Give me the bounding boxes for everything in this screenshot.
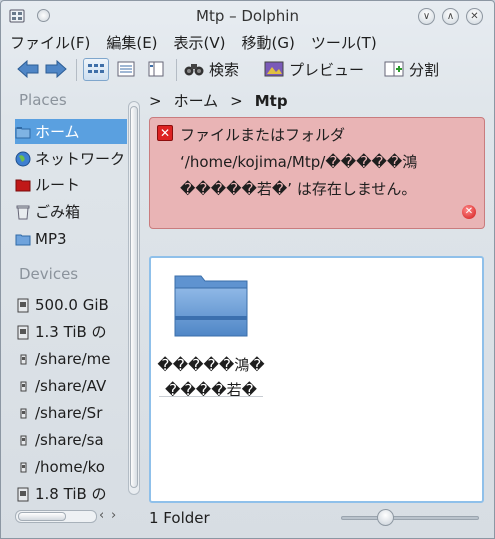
- device-label: /share/me: [35, 349, 111, 368]
- device-label: 1.8 TiB の: [35, 485, 107, 503]
- device-label: 1.3 TiB の: [35, 323, 107, 341]
- place-label: ネットワーク: [35, 150, 126, 168]
- device-item[interactable]: /share/me: [15, 346, 127, 371]
- forward-button[interactable]: [45, 57, 67, 81]
- folder-icon[interactable]: [171, 272, 251, 340]
- icons-view-icon: [88, 64, 104, 73]
- network-share-icon: [20, 462, 27, 472]
- breadcrumb-home[interactable]: ホーム: [174, 90, 219, 111]
- binoculars-icon: [184, 64, 204, 76]
- search-button[interactable]: 検索: [184, 57, 239, 81]
- menu-tools[interactable]: ツール(T): [311, 32, 377, 54]
- place-label: ごみ箱: [35, 203, 81, 221]
- error-line: �����若�’ は存在しません。: [180, 180, 417, 198]
- network-share-icon: [20, 354, 27, 364]
- title-bar[interactable]: Mtp – Dolphin ∨ ∧ ✕: [1, 1, 494, 31]
- search-label: 検索: [209, 60, 240, 79]
- device-item[interactable]: /share/Sr: [15, 400, 127, 425]
- split-label: 分割: [409, 60, 440, 79]
- close-button[interactable]: ✕: [466, 8, 483, 25]
- device-item[interactable]: /share/AV: [15, 373, 127, 398]
- home-folder-icon: [15, 126, 31, 138]
- menu-bar: ファイル(F) 編集(E) 表示(V) 移動(G) ツール(T): [10, 32, 393, 54]
- icons-view-button[interactable]: [83, 58, 109, 81]
- device-item[interactable]: 500.0 GiB: [15, 292, 127, 317]
- zoom-slider-handle[interactable]: [377, 509, 394, 526]
- devices-section-title: Devices: [19, 265, 79, 283]
- place-root[interactable]: ルート: [15, 172, 127, 197]
- split-button[interactable]: 分割: [384, 57, 439, 81]
- folder-underline: [159, 396, 263, 397]
- device-item[interactable]: 1.3 TiB の: [15, 319, 127, 344]
- breadcrumb: > ホーム > Mtp: [149, 90, 288, 111]
- zoom-slider[interactable]: [341, 516, 479, 520]
- place-home[interactable]: ホーム: [15, 119, 127, 144]
- status-text: 1 Folder: [149, 509, 210, 527]
- arrow-left-icon: [17, 60, 39, 78]
- device-label: /share/Sr: [35, 403, 103, 422]
- scroll-right-icon[interactable]: ›: [111, 508, 116, 523]
- menu-go[interactable]: 移動(G): [242, 32, 295, 54]
- place-label: ルート: [35, 176, 81, 194]
- sidebar-vertical-scrollbar[interactable]: [128, 101, 140, 495]
- network-share-icon: [20, 381, 27, 391]
- back-button[interactable]: [17, 57, 39, 81]
- error-message: ✕ ファイルまたはフォルダ ‘/home/kojima/Mtp/�����鴻 �…: [149, 117, 485, 229]
- place-trash[interactable]: ごみ箱: [15, 199, 127, 224]
- scrollbar-thumb[interactable]: [130, 106, 138, 488]
- device-label: /share/AV: [35, 376, 107, 395]
- toolbar-separator: [76, 59, 77, 81]
- network-share-icon: [20, 408, 27, 418]
- trash-icon: [16, 205, 30, 219]
- network-share-icon: [20, 435, 27, 445]
- toolbar-separator: [176, 59, 177, 81]
- folder-name-line: �����鴻�: [157, 356, 265, 374]
- root-folder-icon: [15, 179, 31, 191]
- sidebar-horizontal-scrollbar[interactable]: [15, 510, 97, 523]
- hard-drive-icon: [17, 325, 29, 339]
- dolphin-window: Mtp – Dolphin ∨ ∧ ✕ ファイル(F) 編集(E) 表示(V) …: [0, 0, 495, 539]
- menu-file[interactable]: ファイル(F): [10, 32, 90, 54]
- network-globe-icon: [15, 151, 31, 166]
- device-label: 500.0 GiB: [35, 295, 109, 314]
- menu-view[interactable]: 表示(V): [174, 32, 226, 54]
- place-mp3[interactable]: MP3: [15, 226, 127, 251]
- place-label: ホーム: [35, 123, 80, 141]
- file-view[interactable]: �����鴻� ����若�: [149, 256, 484, 503]
- place-network[interactable]: ネットワーク: [15, 146, 127, 171]
- maximize-button[interactable]: ∧: [442, 8, 459, 25]
- breadcrumb-separator: >: [230, 91, 243, 110]
- device-item[interactable]: /share/sa: [15, 427, 127, 452]
- error-line: ファイルまたはフォルダ: [180, 126, 346, 144]
- folder-icon: [15, 234, 31, 245]
- scrollbar-thumb[interactable]: [18, 512, 66, 521]
- device-label: /home/ko: [35, 457, 105, 476]
- details-view-icon: [117, 61, 135, 77]
- arrow-right-icon: [45, 60, 67, 78]
- error-icon: ✕: [157, 125, 173, 141]
- scroll-left-icon[interactable]: ‹: [99, 508, 104, 523]
- breadcrumb-current[interactable]: Mtp: [255, 92, 288, 110]
- preview-label: プレビュー: [289, 60, 365, 79]
- minimize-button[interactable]: ∨: [418, 8, 435, 25]
- preview-icon: [264, 61, 284, 77]
- device-item[interactable]: 1.8 TiB の: [15, 481, 127, 506]
- columns-view-icon: [148, 61, 164, 77]
- close-error-icon[interactable]: ✕: [462, 205, 476, 219]
- place-label: MP3: [35, 229, 67, 248]
- error-text: ファイルまたはフォルダ ‘/home/kojima/Mtp/�����鴻 ���…: [180, 122, 476, 203]
- hard-drive-icon: [17, 298, 29, 312]
- split-view-icon: [384, 61, 404, 77]
- folder-name-line: ����若�: [165, 381, 257, 399]
- device-label: /share/sa: [35, 430, 104, 449]
- columns-view-button[interactable]: [143, 58, 169, 81]
- preview-button[interactable]: プレビュー: [264, 57, 364, 81]
- hard-drive-icon: [17, 487, 29, 501]
- details-view-button[interactable]: [113, 58, 139, 81]
- menu-edit[interactable]: 編集(E): [106, 32, 157, 54]
- places-section-title: Places: [19, 91, 67, 109]
- device-item[interactable]: /home/ko: [15, 454, 127, 479]
- breadcrumb-separator: >: [149, 91, 162, 110]
- error-line: ‘/home/kojima/Mtp/�����鴻: [180, 153, 418, 171]
